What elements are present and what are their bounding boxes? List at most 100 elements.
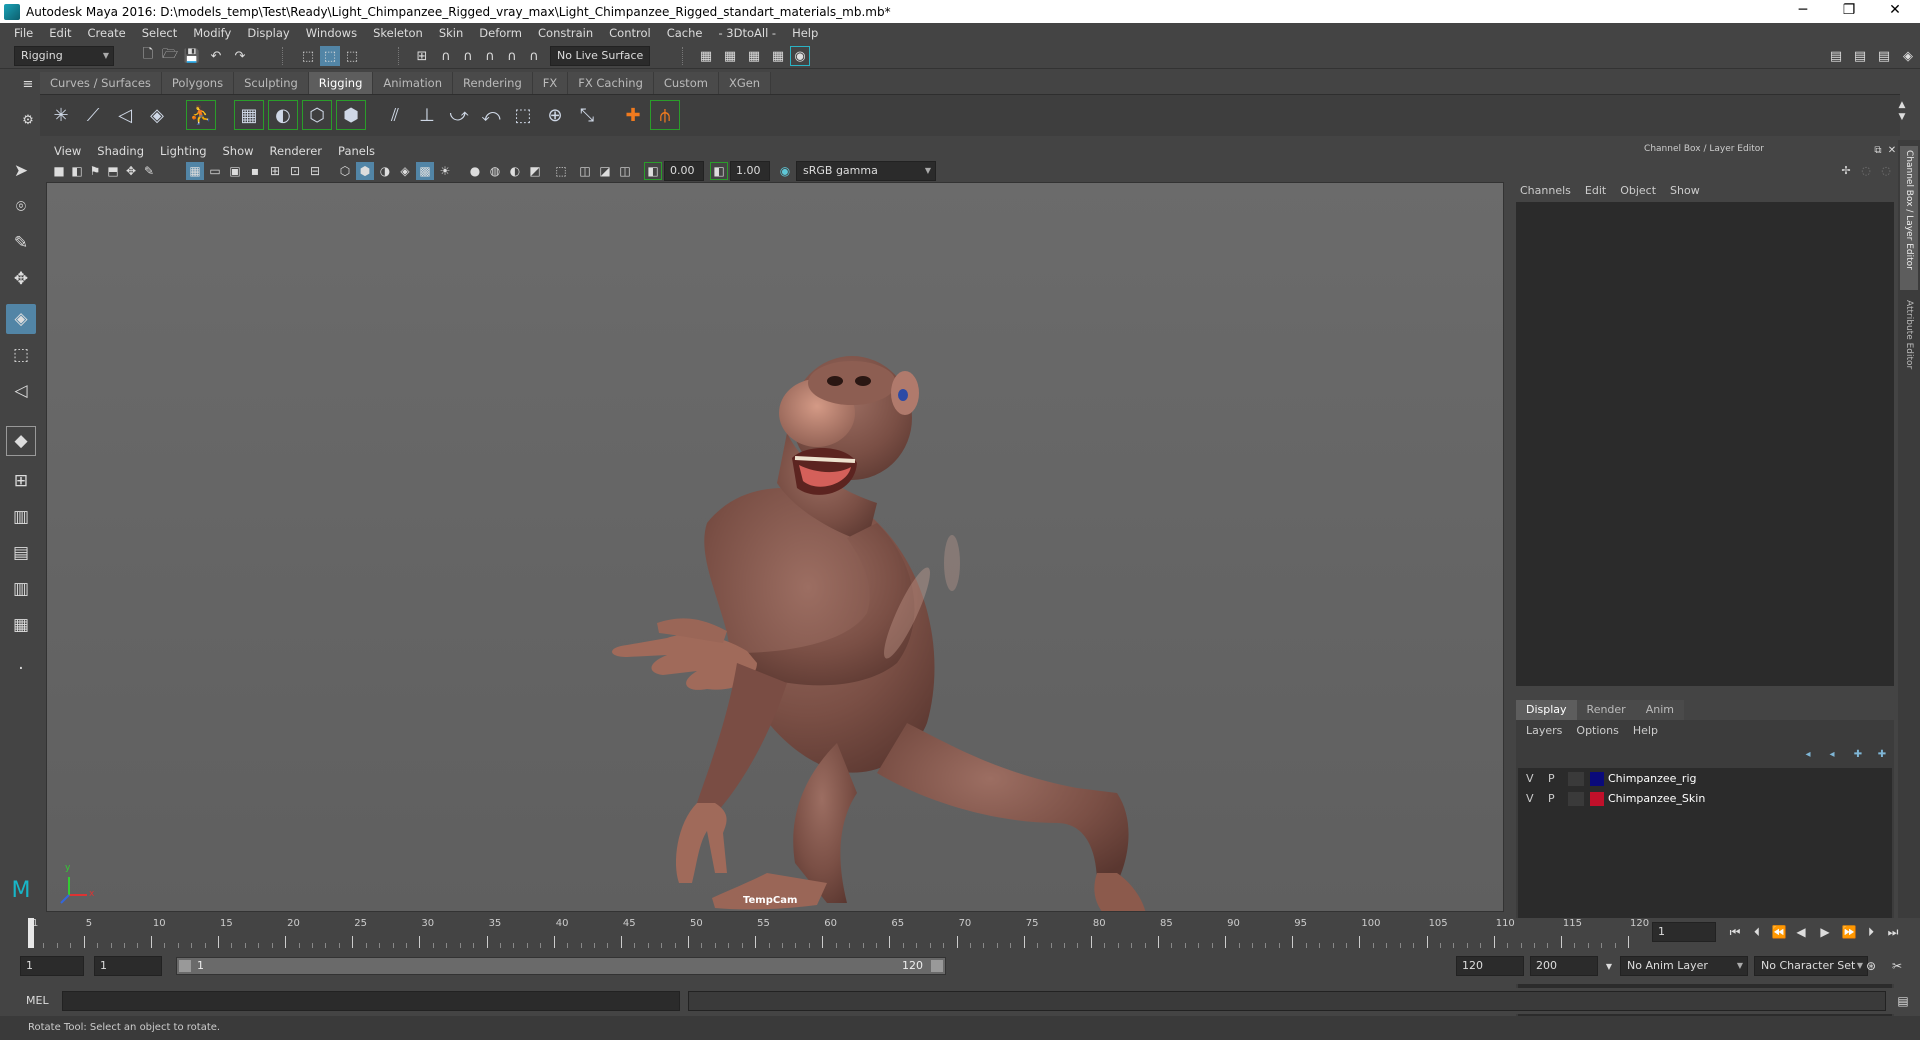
toolbox-more-icon[interactable]: ·	[6, 654, 36, 684]
play-forwards-icon[interactable]: ▶	[1816, 923, 1834, 941]
snap-grid-icon[interactable]: ⊞	[412, 46, 432, 66]
layer-visibility-toggle[interactable]: V	[1526, 772, 1534, 785]
select-component-icon[interactable]: ⬚	[342, 46, 362, 66]
step-back-frame-icon[interactable]: ⏴	[1748, 923, 1766, 941]
snap-surface-icon[interactable]: ∩	[502, 46, 522, 66]
modeling-toolkit-icon[interactable]: ▤	[1826, 46, 1846, 66]
menu-display[interactable]: Display	[239, 26, 297, 40]
select-hierarchy-icon[interactable]: ⬚	[298, 46, 318, 66]
menu-create[interactable]: Create	[80, 26, 134, 40]
time-ruler[interactable]: 1 5 10 15 20 25 30 35 40 45 50 55 60 65 70 75 80 85 90 95 10…	[28, 918, 1649, 948]
step-back-key-icon[interactable]: ⏪	[1770, 923, 1788, 941]
menu-cache[interactable]: Cache	[659, 26, 711, 40]
wireframe-on-shaded-icon[interactable]: ◑	[376, 162, 394, 180]
speed-icon[interactable]: ◌	[1856, 160, 1876, 180]
save-scene-icon[interactable]: 💾	[182, 46, 202, 66]
paint-select-tool-icon[interactable]: ✎	[6, 228, 36, 258]
script-editor-icon[interactable]: ▤	[1894, 992, 1912, 1010]
scale-constraint-icon[interactable]: ⬚	[508, 100, 538, 130]
orient-constraint-icon[interactable]: ⤺	[476, 100, 506, 130]
scale-tool-icon[interactable]: ⬚	[6, 340, 36, 370]
tab-rendering[interactable]: Rendering	[453, 72, 533, 94]
select-object-icon[interactable]: ⬚	[320, 46, 340, 66]
menu-skin[interactable]: Skin	[431, 26, 471, 40]
bind-skin-icon[interactable]: ▦	[234, 100, 264, 130]
last-tool-icon[interactable]: ◁	[6, 376, 36, 406]
resolution-gate-icon[interactable]: ▣	[226, 162, 244, 180]
range-start-handle[interactable]	[179, 960, 191, 972]
tab-custom[interactable]: Custom	[653, 72, 719, 94]
play-backwards-icon[interactable]: ◀	[1792, 923, 1810, 941]
shelf-settings-icon[interactable]: ⚙	[18, 110, 38, 130]
scene-start-field[interactable]: 1	[20, 956, 84, 976]
lasso-tool-icon[interactable]: ⌾	[6, 192, 36, 222]
menu-edit[interactable]: Edit	[41, 26, 79, 40]
tab-display-layers[interactable]: Display	[1516, 700, 1577, 720]
orient-joint-icon[interactable]: ⫽	[380, 100, 410, 130]
ik-handle-icon[interactable]: ⟋	[78, 100, 108, 130]
mel-input[interactable]	[62, 991, 680, 1011]
rotate-tool-icon[interactable]: ◈	[6, 304, 36, 334]
select-tool-icon[interactable]: ➤	[6, 156, 36, 186]
screen-space-ao-icon[interactable]: ◍	[486, 162, 504, 180]
channel-box-list[interactable]	[1516, 202, 1894, 686]
menu-select[interactable]: Select	[134, 26, 185, 40]
snap-curve-icon[interactable]: ∩	[436, 46, 456, 66]
viewport-menu-shading[interactable]: Shading	[89, 144, 152, 160]
viewport-menu-show[interactable]: Show	[215, 144, 262, 160]
grease-pencil-icon[interactable]: ✎	[140, 162, 158, 180]
undo-icon[interactable]: ↶	[206, 46, 226, 66]
isolate-select-icon[interactable]: ⬚	[552, 162, 570, 180]
playback-end-field[interactable]: 120	[1456, 956, 1524, 976]
channel-object-menu[interactable]: Object	[1620, 184, 1656, 197]
exposure-field[interactable]: 0.00	[664, 161, 704, 181]
channels-menu[interactable]: Channels	[1520, 184, 1571, 197]
default-material-icon[interactable]: ◈	[396, 162, 414, 180]
menu-constrain[interactable]: Constrain	[530, 26, 601, 40]
layer-visibility-toggle[interactable]: V	[1526, 792, 1534, 805]
point-constraint-icon[interactable]: ⤻	[444, 100, 474, 130]
render-frame-icon[interactable]: ▦	[696, 46, 716, 66]
anim-layer-dropdown[interactable]: No Anim Layer ▼	[1620, 956, 1748, 976]
playhead[interactable]	[28, 918, 34, 948]
aim-constraint-icon[interactable]: ⊕	[540, 100, 570, 130]
two-d-pan-zoom-icon[interactable]: ✥	[122, 162, 140, 180]
safe-title-icon[interactable]: ⊟	[306, 162, 324, 180]
color-management-icon[interactable]: ◉	[776, 162, 794, 180]
parent-constraint-icon[interactable]: ⊥	[412, 100, 442, 130]
layer-help-menu[interactable]: Help	[1633, 724, 1658, 737]
joint-tool-icon[interactable]: ✳	[46, 100, 76, 130]
single-perspective-layout-icon[interactable]: ◆	[6, 426, 36, 456]
new-scene-icon[interactable]: 🗋	[138, 46, 158, 66]
mirror-joint-icon[interactable]: ◈	[142, 100, 172, 130]
range-end-handle[interactable]	[931, 960, 943, 972]
gamma-field[interactable]: 1.00	[730, 161, 770, 181]
image-plane-icon[interactable]: ⬒	[104, 162, 122, 180]
menu-help[interactable]: Help	[784, 26, 826, 40]
cluster-icon[interactable]: ⫛	[650, 100, 680, 130]
attribute-editor-toggle-icon[interactable]: ▤	[1850, 46, 1870, 66]
menu-control[interactable]: Control	[601, 26, 659, 40]
tab-xgen[interactable]: XGen	[718, 72, 772, 94]
close-button[interactable]: ✕	[1872, 0, 1918, 23]
gate-mask-icon[interactable]: ▪	[246, 162, 264, 180]
move-tool-icon[interactable]: ✥	[6, 264, 36, 294]
wireframe-icon[interactable]: ⬡	[336, 162, 354, 180]
playback-start-field[interactable]: 1	[94, 956, 162, 976]
side-tab-attribute-editor[interactable]: Attribute Editor	[1900, 296, 1918, 380]
smooth-bind-icon[interactable]: ◐	[268, 100, 298, 130]
anti-aliasing-icon[interactable]: ◩	[526, 162, 544, 180]
new-layer-selected-icon[interactable]: ✚	[1872, 744, 1892, 764]
tool-settings-toggle-icon[interactable]: ▤	[1874, 46, 1894, 66]
step-forward-frame-icon[interactable]: ⏵	[1862, 923, 1880, 941]
perspective-viewport[interactable]: y x TempCam	[46, 182, 1504, 912]
go-to-end-icon[interactable]: ⏭	[1884, 923, 1902, 941]
shadows-icon[interactable]: ●	[466, 162, 484, 180]
hypershade-persp-icon[interactable]: ▦	[6, 610, 36, 640]
minimize-button[interactable]: ─	[1780, 0, 1826, 23]
tab-render-layers[interactable]: Render	[1576, 700, 1636, 720]
four-view-layout-icon[interactable]: ⊞	[6, 466, 36, 496]
persp-outliner-layout-icon[interactable]: ▥	[6, 502, 36, 532]
current-frame-field[interactable]: 1	[1652, 922, 1716, 942]
use-all-lights-icon[interactable]: ☀	[436, 162, 454, 180]
